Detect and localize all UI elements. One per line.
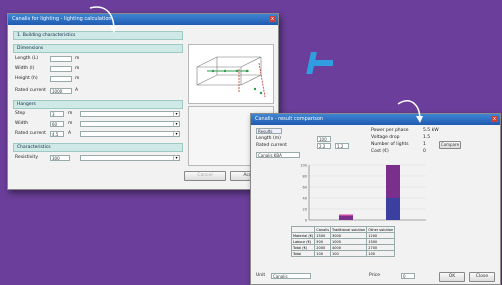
arrowhead-icon xyxy=(110,26,117,33)
plus-icon xyxy=(306,52,333,74)
arrowhead-icon xyxy=(416,116,423,123)
decorations xyxy=(89,6,423,123)
